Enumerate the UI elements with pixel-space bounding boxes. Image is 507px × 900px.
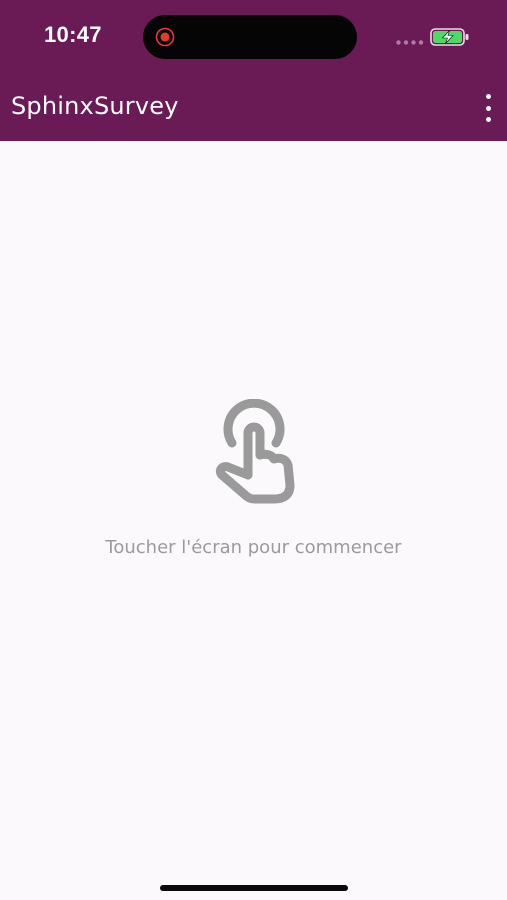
more-vertical-icon <box>485 94 491 99</box>
record-icon <box>155 27 175 47</box>
start-prompt: Toucher l'écran pour commencer <box>105 537 402 558</box>
app-title: SphinxSurvey <box>11 92 179 120</box>
more-options-button[interactable] <box>477 94 499 122</box>
cellular-signal-icon <box>396 40 424 45</box>
status-time: 10:47 <box>44 22 102 47</box>
touch-hand-icon <box>215 399 295 504</box>
app-screen: 10:47 SphinxSurvey Toucher l'écran pour … <box>0 0 507 900</box>
tap-to-start-area[interactable]: Toucher l'écran pour commencer <box>0 141 507 881</box>
home-indicator[interactable] <box>160 885 348 891</box>
battery-charging-icon <box>430 28 469 46</box>
dynamic-island <box>143 15 357 59</box>
app-header: 10:47 SphinxSurvey <box>0 0 507 141</box>
